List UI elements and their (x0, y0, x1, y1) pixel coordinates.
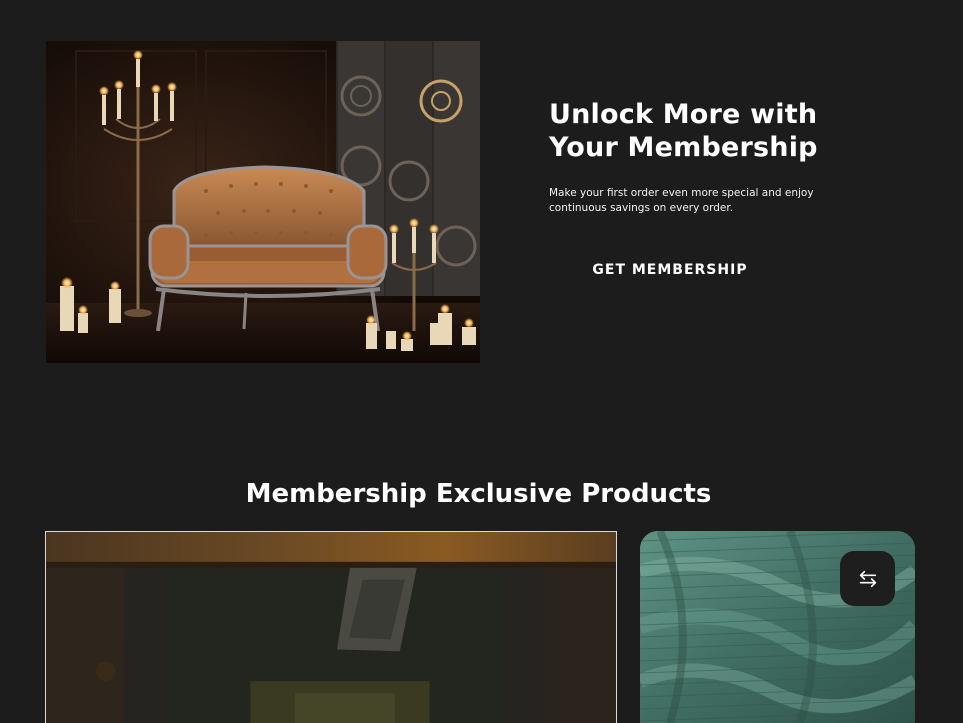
compare-arrows-icon (859, 570, 876, 587)
product-card[interactable] (45, 531, 617, 723)
membership-hero-image (46, 41, 480, 363)
membership-copy: Unlock More with Your Membership Make yo… (549, 98, 869, 216)
rustic-fireplace-image (46, 532, 616, 723)
compare-button[interactable] (840, 551, 895, 606)
page: Unlock More with Your Membership Make yo… (0, 0, 963, 723)
membership-title-line1: Unlock More with (549, 99, 818, 130)
sofa-candles-illustration (46, 41, 480, 363)
membership-title: Unlock More with Your Membership (549, 98, 869, 164)
exclusive-products-title: Membership Exclusive Products (245, 479, 712, 509)
get-membership-button[interactable]: GET MEMBERSHIP (560, 251, 780, 289)
membership-description: Make your first order even more special … (549, 187, 814, 214)
membership-title-line2: Your Membership (549, 132, 818, 163)
